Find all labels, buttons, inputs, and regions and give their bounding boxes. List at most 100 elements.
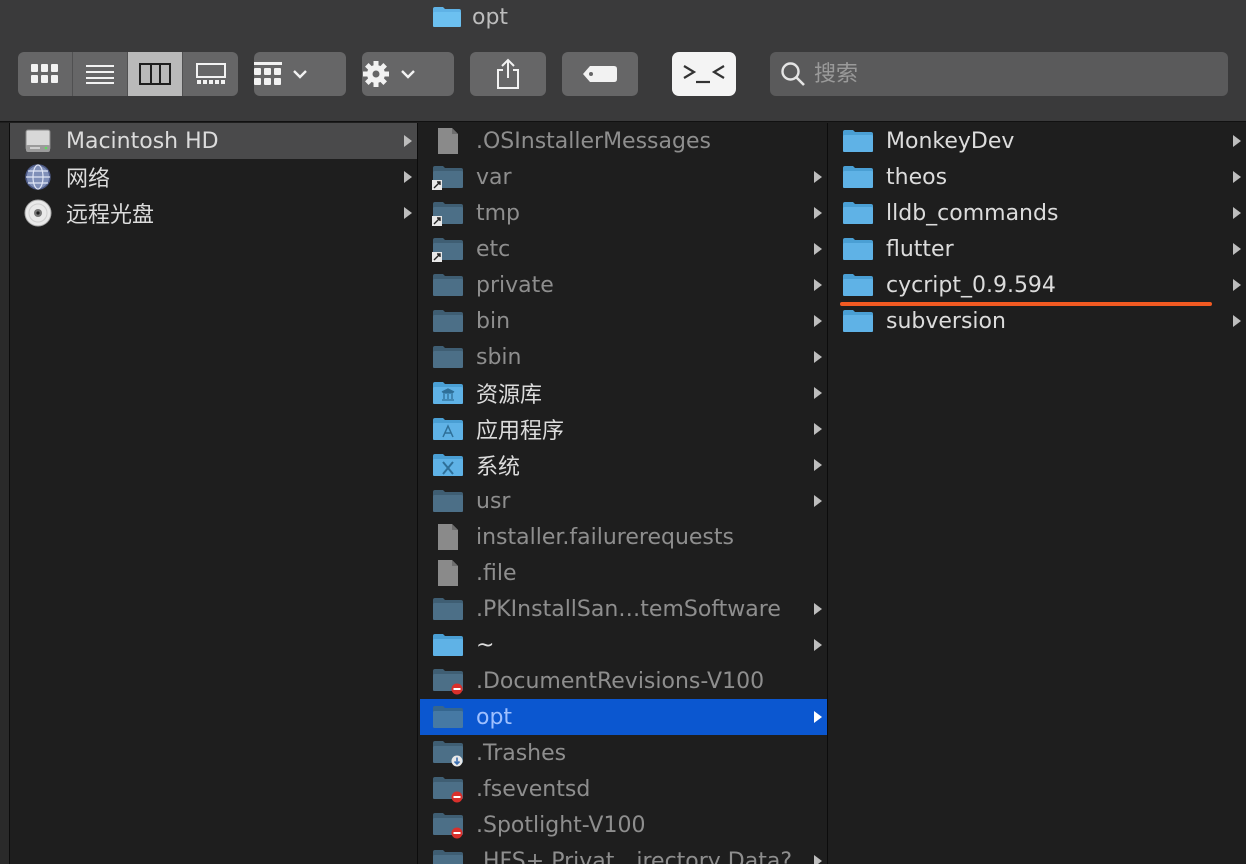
column-view-button[interactable] (128, 52, 183, 96)
list-item[interactable]: .PKInstallSan…temSoftware (420, 591, 827, 627)
item-label: .PKInstallSan…temSoftware (476, 596, 781, 622)
chevron-right-icon (1233, 171, 1241, 183)
folder-icon (432, 342, 464, 372)
gallery-icon (195, 63, 226, 84)
terminal-icon (683, 65, 725, 84)
item-label: .DocumentRevisions-V100 (476, 668, 765, 694)
chevron-right-icon (814, 171, 822, 183)
chevron-right-icon (814, 207, 822, 219)
folder-icon (432, 486, 464, 516)
chevron-right-icon (814, 459, 822, 471)
list-item[interactable]: ~ (420, 627, 827, 663)
chevron-right-icon (814, 495, 822, 507)
list-item[interactable]: lldb_commands (830, 195, 1246, 231)
list-item[interactable]: 资源库 (420, 375, 827, 411)
group-by-button[interactable] (254, 52, 346, 96)
folder-icon (842, 306, 874, 336)
optical-disc-icon (22, 198, 54, 228)
list-item[interactable]: .fseventsd (420, 771, 827, 807)
window-title-text: opt (472, 4, 509, 30)
action-menu-button[interactable] (362, 52, 454, 96)
list-item[interactable]: flutter (830, 231, 1246, 267)
system-folder-icon (432, 450, 464, 480)
list-item[interactable]: installer.failurerequests (420, 519, 827, 555)
item-label: opt (476, 704, 513, 730)
item-label: tmp (476, 200, 521, 226)
list-icon (86, 65, 114, 84)
chevron-right-icon (814, 279, 822, 291)
list-item[interactable]: cycript_0.9.594 (830, 267, 1246, 303)
restricted-folder-icon (432, 810, 464, 840)
item-label: ~ (476, 632, 495, 658)
item-label: Macintosh HD (66, 128, 219, 154)
list-item[interactable]: .OSInstallerMessages (420, 123, 827, 159)
group-button-body (254, 52, 308, 96)
chevron-right-icon (814, 243, 822, 255)
folder-icon (433, 7, 461, 27)
list-item[interactable]: bin (420, 303, 827, 339)
list-item[interactable]: Macintosh HD (10, 123, 417, 159)
folder-icon (432, 702, 464, 732)
list-item[interactable]: 系统 (420, 447, 827, 483)
list-item[interactable]: .file (420, 555, 827, 591)
gear-icon (363, 61, 389, 87)
list-item[interactable]: .HFS+ Privat…irectory Data? (420, 843, 827, 864)
list-item[interactable]: 网络 (10, 159, 417, 195)
file-icon (432, 558, 464, 588)
list-item[interactable]: theos (830, 159, 1246, 195)
tags-button-body (562, 52, 638, 96)
item-label: 系统 (476, 455, 521, 480)
share-icon (497, 58, 519, 89)
search-field[interactable] (770, 52, 1228, 96)
folder-icon (432, 594, 464, 624)
chevron-right-icon (814, 387, 822, 399)
item-label: .HFS+ Privat…irectory Data? (476, 848, 793, 864)
item-label: .Spotlight-V100 (476, 812, 646, 838)
list-item[interactable]: var (420, 159, 827, 195)
tags-button[interactable] (562, 52, 638, 96)
chevron-right-icon (1233, 315, 1241, 327)
finder-toolbar: opt (0, 0, 1246, 122)
chevron-right-icon (814, 639, 822, 651)
item-label: 资源库 (476, 383, 543, 408)
list-item[interactable]: MonkeyDev (830, 123, 1246, 159)
list-item[interactable]: sbin (420, 339, 827, 375)
chevron-right-icon (1233, 279, 1241, 291)
list-item[interactable]: .DocumentRevisions-V100 (420, 663, 827, 699)
annotation-underline (840, 302, 1212, 306)
item-label: .fseventsd (476, 776, 591, 802)
item-label: flutter (886, 236, 954, 262)
search-input[interactable] (814, 61, 1194, 87)
item-label: usr (476, 488, 511, 514)
list-item[interactable]: subversion (830, 303, 1246, 339)
open-terminal-button[interactable] (672, 52, 736, 96)
item-label: 应用程序 (476, 419, 565, 444)
list-item[interactable]: 远程光盘 (10, 195, 417, 231)
item-label: installer.failurerequests (476, 524, 734, 550)
list-item[interactable]: etc (420, 231, 827, 267)
chevron-right-icon (1233, 135, 1241, 147)
share-button[interactable] (470, 52, 546, 96)
list-item[interactable]: usr (420, 483, 827, 519)
applications-folder-icon (432, 414, 464, 444)
list-item[interactable]: private (420, 267, 827, 303)
item-label: theos (886, 164, 948, 190)
chevron-right-icon (814, 315, 822, 327)
folder-icon (842, 234, 874, 264)
restricted-folder-icon (432, 666, 464, 696)
chevron-right-icon (404, 207, 412, 219)
column-left-edge (0, 123, 10, 864)
list-item-selected[interactable]: opt (420, 699, 827, 735)
chevron-right-icon (814, 603, 822, 615)
gallery-view-button[interactable] (183, 52, 238, 96)
icon-view-button[interactable] (18, 52, 73, 96)
list-item[interactable]: tmp (420, 195, 827, 231)
list-item[interactable]: 应用程序 (420, 411, 827, 447)
item-label: private (476, 272, 554, 298)
chevron-right-icon (814, 711, 822, 723)
list-view-button[interactable] (73, 52, 128, 96)
list-item[interactable]: .Spotlight-V100 (420, 807, 827, 843)
list-item[interactable]: .Trashes (420, 735, 827, 771)
chevron-right-icon (404, 171, 412, 183)
alias-folder-icon (432, 234, 464, 264)
